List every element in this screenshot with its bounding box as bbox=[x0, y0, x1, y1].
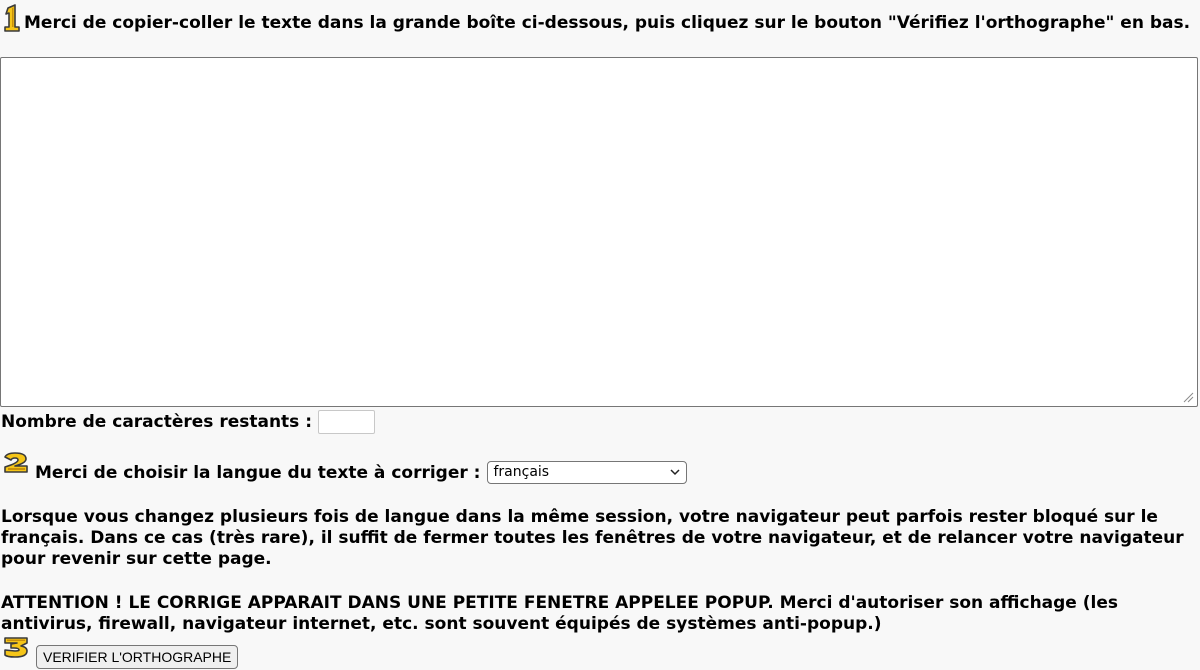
step-2-icon bbox=[4, 452, 28, 473]
language-info-paragraph: Lorsque vous changez plusieurs fois de l… bbox=[1, 507, 1184, 569]
step-1-icon bbox=[4, 4, 20, 32]
step-3-icon bbox=[4, 637, 28, 658]
language-select-value: français bbox=[493, 464, 550, 480]
remaining-characters-field[interactable] bbox=[318, 410, 376, 434]
remaining-characters-row: Nombre de caractères restants : bbox=[1, 409, 376, 435]
popup-warning-paragraph: ATTENTION ! LE CORRIGE APPARAIT DANS UNE… bbox=[1, 593, 1119, 634]
verify-spelling-button[interactable]: VERIFIER L'ORTHOGRAPHE bbox=[36, 645, 239, 669]
step-1-instruction: Merci de copier-coller le texte dans la … bbox=[24, 13, 1191, 33]
text-input-container bbox=[0, 57, 1198, 407]
chevron-down-icon bbox=[670, 469, 681, 476]
text-to-check-textarea[interactable] bbox=[0, 57, 1198, 407]
language-row: Merci de choisir la langue du texte à co… bbox=[35, 460, 688, 485]
language-select[interactable]: français bbox=[487, 461, 688, 484]
resize-grip-icon[interactable] bbox=[1182, 391, 1194, 403]
language-label: Merci de choisir la langue du texte à co… bbox=[35, 462, 481, 483]
remaining-characters-label: Nombre de caractères restants : bbox=[1, 412, 313, 432]
